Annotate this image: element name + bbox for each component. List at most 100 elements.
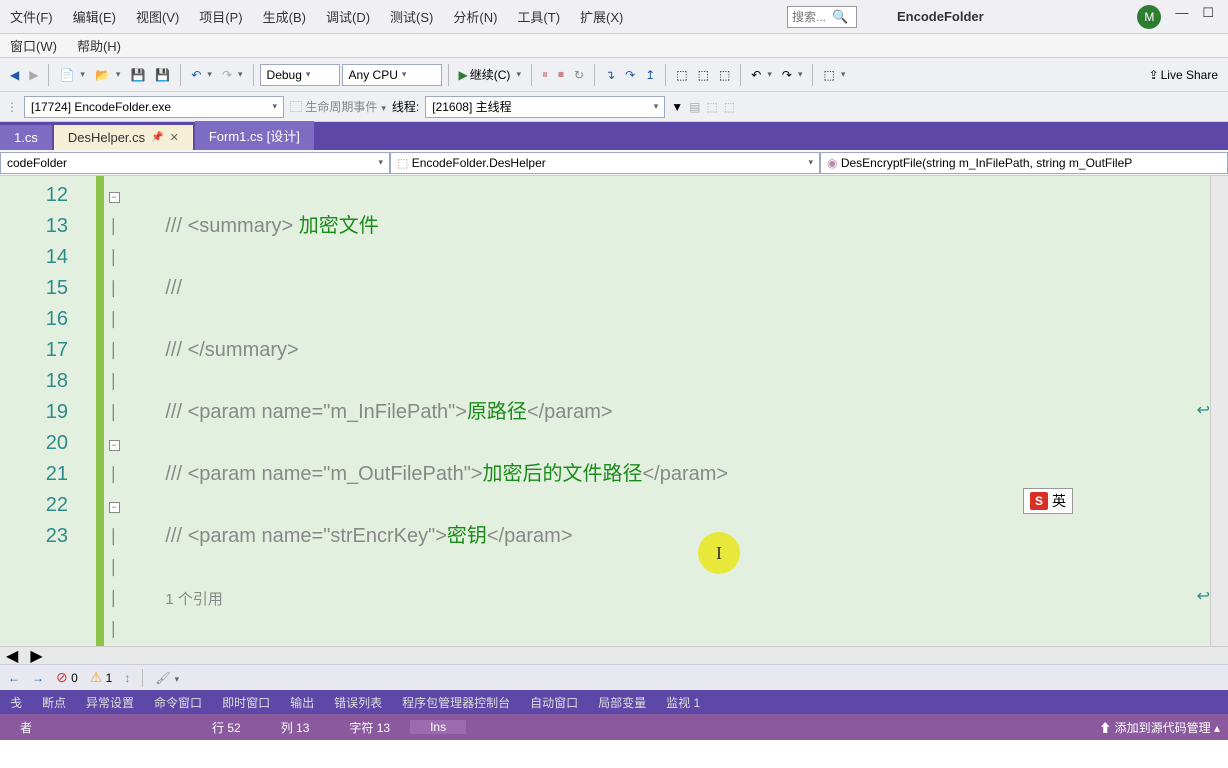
liveshare-button[interactable]: ⇪ Live Share (1145, 66, 1222, 84)
line-number-gutter: 121314 151617 18 192021 2223 (0, 176, 96, 646)
lifecycle-button[interactable]: ⬚ 生命周期事件▾ (290, 98, 386, 115)
redo-button[interactable]: ↷▾ (218, 66, 247, 84)
statusbar: 者 行 52 列 13 字符 13 Ins ⬆ 添加到源代码管理 ▴ (0, 714, 1228, 740)
change-indicator (96, 176, 104, 646)
menubar-primary: 文件(F) 编辑(E) 视图(V) 项目(P) 生成(B) 调试(D) 测试(S… (0, 0, 1228, 34)
tab-deshelper[interactable]: DesHelper.cs 📌 ✕ (54, 125, 193, 150)
process-dropdown[interactable]: [17724] EncodeFolder.exe▾ (24, 96, 284, 118)
config-dropdown[interactable]: Debug▾ (260, 64, 340, 86)
redo2-icon[interactable]: ↷▾ (778, 66, 807, 84)
step-into-icon[interactable]: ↴ (601, 66, 619, 84)
save-all-icon[interactable]: 💾 (151, 66, 174, 84)
btab-exceptions[interactable]: 异常设置 (76, 694, 144, 711)
menu-extensions[interactable]: 扩展(X) (570, 7, 633, 26)
thread-dropdown[interactable]: [21608] 主线程▾ (425, 96, 665, 118)
close-icon[interactable]: ✕ (170, 131, 179, 144)
code-navbar: codeFolder▾ ⬚ EncodeFolder.DesHelper▾ ◉ … (0, 150, 1228, 176)
nav-right-icon[interactable]: → (32, 671, 44, 685)
menu-edit[interactable]: 编辑(E) (63, 7, 126, 26)
btab-1[interactable]: 戋 (0, 694, 32, 711)
btab-immediate[interactable]: 即时窗口 (212, 694, 280, 711)
status-ins[interactable]: Ins (410, 720, 466, 734)
stop-icon[interactable]: ⏹ (554, 65, 568, 84)
nav-back-button[interactable]: ◀ (6, 66, 23, 84)
document-tabstrip: 1.cs DesHelper.cs 📌 ✕ Form1.cs [设计] (0, 122, 1228, 150)
nav-project-dropdown[interactable]: codeFolder▾ (0, 152, 390, 174)
new-project-icon[interactable]: 📄▾ (55, 66, 88, 84)
sogou-icon: S (1030, 492, 1048, 510)
fold-toggle[interactable]: − (109, 440, 120, 451)
undo2-icon[interactable]: ↶▾ (747, 66, 776, 84)
btab-errorlist[interactable]: 错误列表 (324, 694, 392, 711)
tool-icon-6[interactable]: ⬚ (724, 100, 735, 114)
scroll-left-icon[interactable]: ◀ (0, 646, 24, 666)
code-editor[interactable]: 121314 151617 18 192021 2223 − ││││││ │ … (0, 176, 1228, 646)
undo-button[interactable]: ↶▾ (187, 66, 216, 84)
btab-watch[interactable]: 监视 1 (656, 694, 710, 711)
menu-analyze[interactable]: 分析(N) (443, 7, 507, 26)
btab-breakpoints[interactable]: 断点 (32, 694, 76, 711)
warning-icon: ⚠ (90, 669, 103, 685)
scroll-right-icon[interactable]: ▶ (24, 646, 48, 666)
menu-view[interactable]: 视图(V) (126, 7, 189, 26)
error-count[interactable]: ⊘ 0 (56, 669, 78, 686)
upload-icon: ⬆ (1099, 721, 1111, 735)
btab-locals[interactable]: 局部变量 (588, 694, 656, 711)
menu-help[interactable]: 帮助(H) (67, 36, 131, 55)
ime-indicator[interactable]: S英 (1023, 488, 1073, 514)
continue-button[interactable]: ▶ 继续(C)▾ (455, 64, 525, 85)
status-col: 列 13 (261, 719, 330, 736)
btab-autos[interactable]: 自动窗口 (520, 694, 588, 711)
save-icon[interactable]: 💾 (126, 66, 149, 84)
fold-toggle[interactable]: − (109, 502, 120, 513)
tool-icon-1[interactable]: ⬚ (672, 66, 691, 84)
cursor-highlight: I (698, 532, 740, 574)
menu-project[interactable]: 项目(P) (189, 7, 252, 26)
main-toolbar: ◀ ▶ 📄▾ 📂▾ 💾 💾 ↶▾ ↷▾ Debug▾ Any CPU▾ ▶ 继续… (0, 58, 1228, 92)
tool-icon-3[interactable]: ⬚ (715, 66, 734, 84)
btab-output[interactable]: 输出 (280, 694, 324, 711)
references-link[interactable]: 1 个引用 (165, 591, 223, 608)
tool-icon-2[interactable]: ⬚ (694, 66, 713, 84)
restart-icon[interactable]: ↻ (570, 66, 588, 84)
horizontal-scrollbar[interactable]: ◀ ▶ (0, 646, 1228, 664)
step-out-icon[interactable]: ↥ (641, 66, 659, 84)
btab-pkgmgr[interactable]: 程序包管理器控制台 (392, 694, 520, 711)
menu-window[interactable]: 窗口(W) (0, 36, 67, 55)
fold-toggle[interactable]: − (109, 192, 120, 203)
error-icon: ⊘ (56, 669, 68, 685)
pause-icon[interactable]: ⏸ (538, 65, 552, 84)
stack-icon[interactable]: ▤ (689, 100, 700, 114)
tool-icon-5[interactable]: ⬚ (706, 100, 717, 114)
menu-build[interactable]: 生成(B) (253, 7, 316, 26)
filter-icon[interactable]: ▼ (671, 100, 683, 114)
vertical-scrollbar[interactable] (1210, 176, 1228, 646)
btab-command[interactable]: 命令窗口 (144, 694, 212, 711)
user-avatar[interactable]: M (1137, 5, 1161, 29)
menubar-secondary: 窗口(W) 帮助(H) (0, 34, 1228, 58)
wrap-indicator-icon: ↩ (1197, 586, 1210, 606)
search-box[interactable]: 🔍 (787, 6, 857, 28)
nav-class-dropdown[interactable]: ⬚ EncodeFolder.DesHelper▾ (390, 152, 820, 174)
open-icon[interactable]: 📂▾ (91, 66, 124, 84)
menu-debug[interactable]: 调试(D) (316, 7, 380, 26)
status-char: 字符 13 (329, 719, 410, 736)
tab-file1[interactable]: 1.cs (0, 125, 52, 150)
source-control-button[interactable]: ⬆ 添加到源代码管理 ▴ (1099, 719, 1220, 736)
tab-form1[interactable]: Form1.cs [设计] (195, 121, 314, 150)
code-content[interactable]: /// <summary> 加密文件 /// /// </summary> //… (124, 176, 1210, 646)
tool-icon-4[interactable]: ⬚▾ (819, 66, 849, 84)
search-input[interactable] (792, 10, 832, 24)
pin-icon[interactable]: 📌 (151, 132, 163, 143)
minimize-button[interactable]: — (1175, 5, 1188, 29)
warning-count[interactable]: ⚠ 1 (90, 669, 113, 686)
step-over-icon[interactable]: ↷ (621, 66, 639, 84)
nav-left-icon[interactable]: ← (8, 671, 20, 685)
maximize-button[interactable]: ☐ (1202, 5, 1214, 29)
menu-file[interactable]: 文件(F) (0, 7, 63, 26)
brush-icon[interactable]: 🖌▾ (155, 671, 179, 685)
nav-method-dropdown[interactable]: ◉ DesEncryptFile(string m_InFilePath, st… (820, 152, 1228, 174)
menu-tools[interactable]: 工具(T) (507, 7, 570, 26)
platform-dropdown[interactable]: Any CPU▾ (342, 64, 442, 86)
menu-test[interactable]: 测试(S) (380, 7, 443, 26)
